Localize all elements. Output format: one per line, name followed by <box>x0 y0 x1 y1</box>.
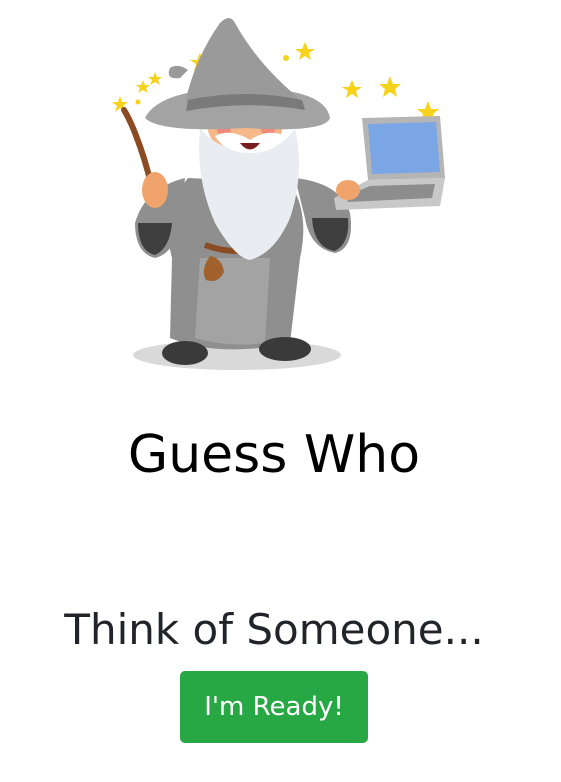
page-title: Guess Who <box>127 425 421 485</box>
ready-button[interactable]: I'm Ready! <box>180 671 368 743</box>
wizard-illustration <box>100 8 450 373</box>
prompt-text: Think of Someone... <box>64 605 484 654</box>
wizard-with-laptop-icon <box>112 18 445 370</box>
